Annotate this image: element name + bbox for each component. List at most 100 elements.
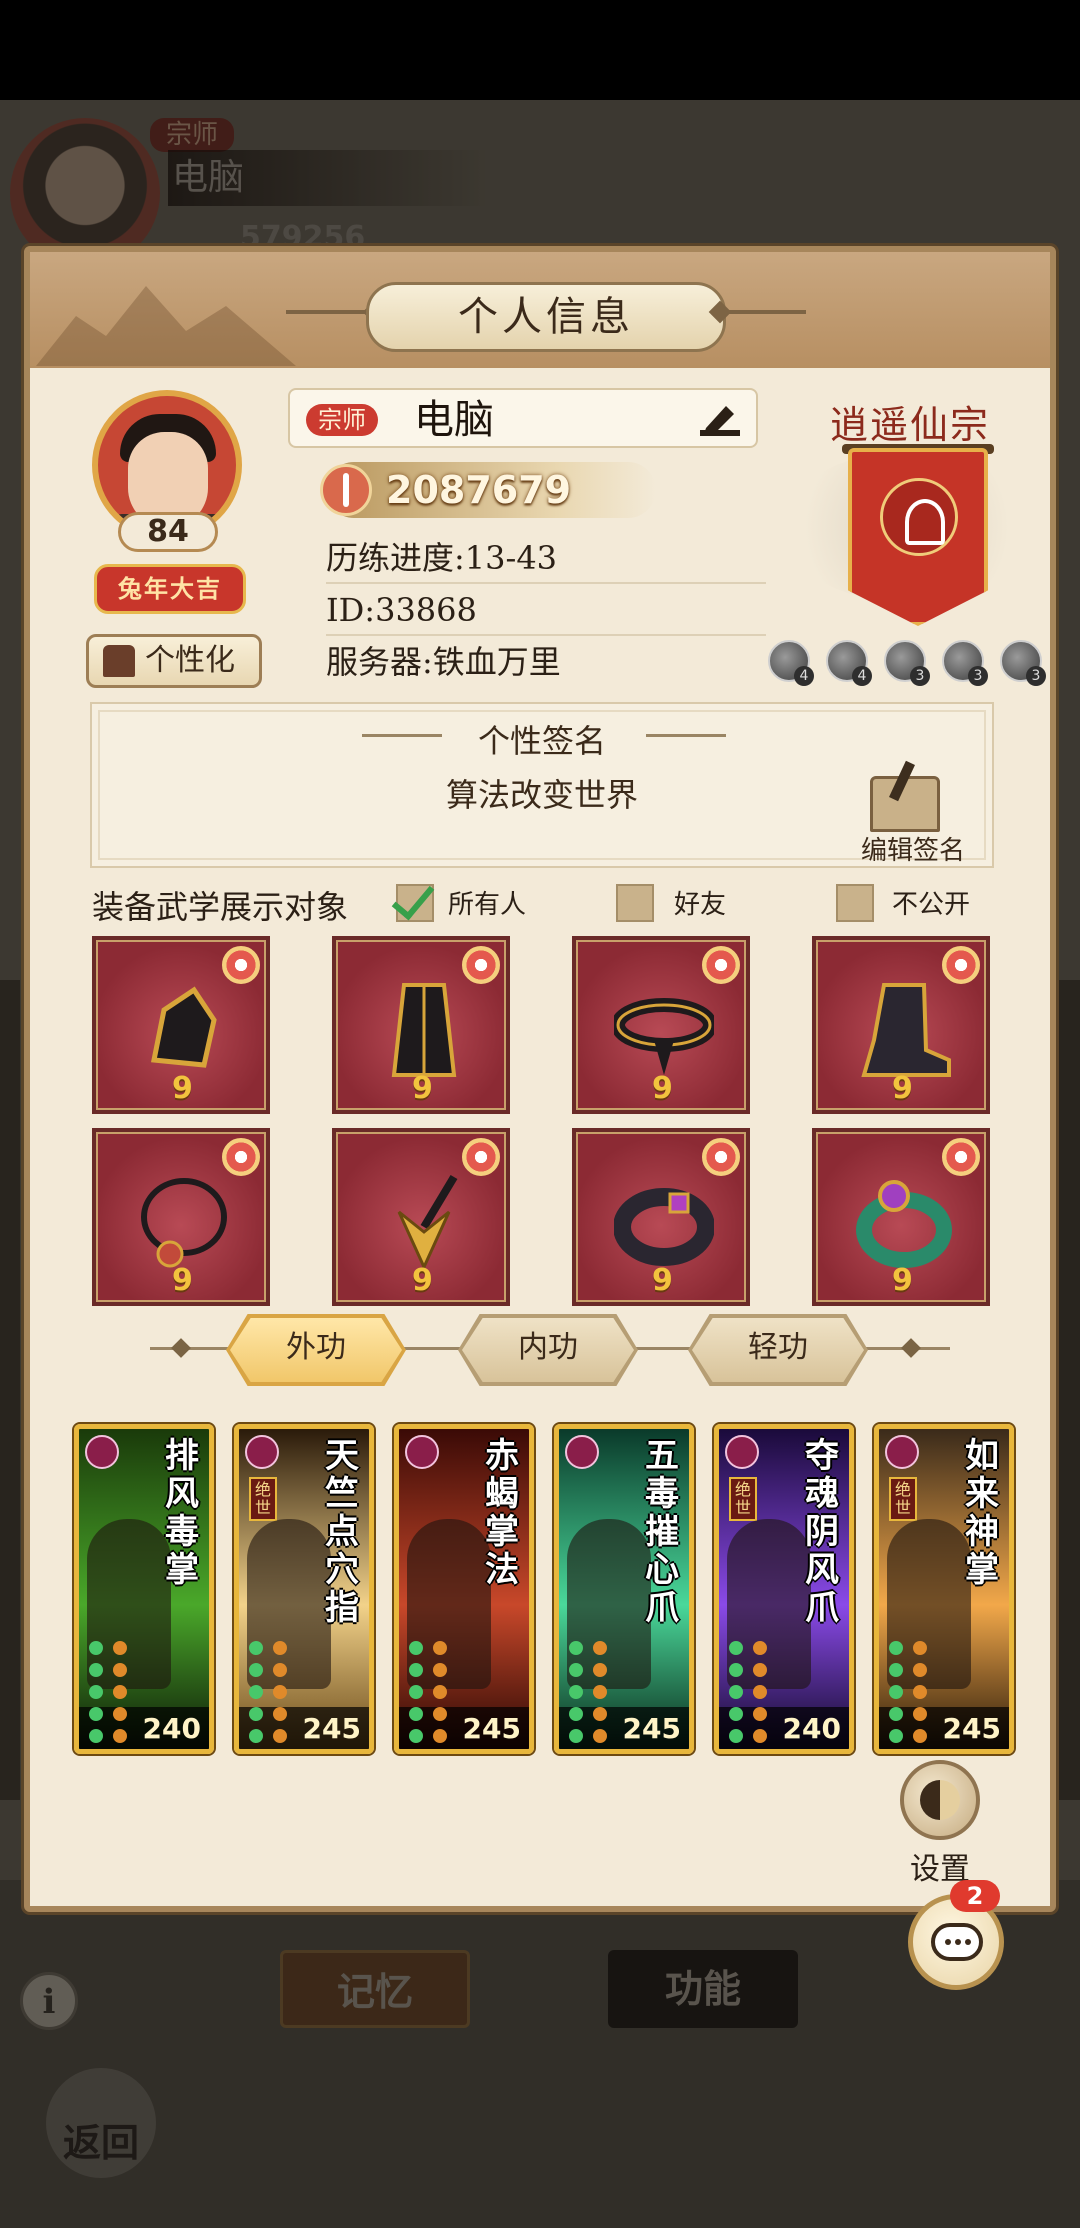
equipment-level: 9 xyxy=(652,1071,673,1106)
status-bar xyxy=(0,0,1080,100)
skill-rarity-tag: 绝世 xyxy=(889,1477,917,1521)
jade-ring-icon xyxy=(856,1180,952,1268)
settings-yin-yang-icon[interactable] xyxy=(900,1760,980,1840)
skill-type-icon xyxy=(85,1435,119,1469)
progress-text: 历练进度:13-43 xyxy=(326,534,766,584)
equipment-slot-jade-ring[interactable]: 9 xyxy=(812,1128,990,1306)
checkbox-private-label: 不公开 xyxy=(892,890,971,920)
skill-card-2[interactable]: 绝世 天竺点穴指 245 xyxy=(234,1424,374,1754)
skill-name: 赤蝎掌法 xyxy=(485,1436,519,1590)
skill-type-icon xyxy=(565,1435,599,1469)
signature-text: 算法改变世界 xyxy=(445,776,638,814)
player-name: 电脑 xyxy=(414,397,494,443)
sect-name: 逍遥仙宗 xyxy=(829,403,990,447)
necklace-icon xyxy=(141,1178,227,1268)
equipment-slot-gauntlet[interactable]: 9 xyxy=(92,936,270,1114)
tab-rail-dot xyxy=(171,1338,191,1358)
tab-inner-skills[interactable]: 内功 xyxy=(462,1318,634,1382)
equipment-slot-hairpin[interactable]: 9 xyxy=(332,1128,510,1306)
equipment-slot-necklace[interactable]: 9 xyxy=(92,1128,270,1306)
mountain-decoration xyxy=(36,286,296,366)
dialog-header: 个人信息 xyxy=(30,252,1050,368)
tab-rail-dot xyxy=(901,1338,921,1358)
skill-power: 245 xyxy=(302,1712,361,1745)
skill-type-icon xyxy=(405,1435,439,1469)
skill-level-dots xyxy=(567,1633,615,1743)
combat-power-icon xyxy=(320,464,372,516)
quality-gem-icon xyxy=(942,946,980,984)
sect-badge-count: 4 xyxy=(794,666,814,686)
tab-outer-skills[interactable]: 外功 xyxy=(230,1318,402,1382)
skill-power: 245 xyxy=(462,1712,521,1745)
tab-lightness-skills[interactable]: 轻功 xyxy=(692,1318,864,1382)
skill-power: 240 xyxy=(782,1712,841,1745)
sect-badge-count: 3 xyxy=(910,666,930,686)
skill-level-dots xyxy=(247,1633,295,1743)
sect-badge-count: 4 xyxy=(852,666,872,686)
personalize-label: 个性化 xyxy=(145,643,235,678)
skill-card-1[interactable]: 排风毒掌 240 xyxy=(74,1424,214,1754)
sect-badge-icon-1[interactable]: 4 xyxy=(768,640,814,686)
edit-signature-button[interactable]: 编辑签名 xyxy=(848,830,978,867)
boots-icon xyxy=(861,983,951,1077)
checkbox-friends[interactable] xyxy=(616,884,654,922)
edit-signature-icon[interactable] xyxy=(870,776,940,832)
skill-power: 245 xyxy=(942,1712,1001,1745)
equipment-level: 9 xyxy=(892,1263,913,1298)
equipment-slot-boots[interactable]: 9 xyxy=(812,936,990,1114)
level-badge: 84 xyxy=(118,512,218,552)
equipment-slot-robe[interactable]: 9 xyxy=(332,936,510,1114)
skill-level-dots xyxy=(87,1633,135,1743)
sect-badge-icon-4[interactable]: 3 xyxy=(942,640,988,686)
personalize-button[interactable]: 个性化 xyxy=(86,634,262,688)
quality-gem-icon xyxy=(462,1138,500,1176)
equipment-slot-belt[interactable]: 9 xyxy=(572,936,750,1114)
skill-type-icon xyxy=(245,1435,279,1469)
clothing-icon xyxy=(103,645,135,677)
quality-gem-icon xyxy=(462,946,500,984)
skill-name: 天竺点穴指 xyxy=(325,1436,359,1628)
sect-badge-count: 3 xyxy=(968,666,988,686)
sect-badge-icon-5[interactable]: 3 xyxy=(1000,640,1046,686)
checkbox-everyone[interactable] xyxy=(396,884,434,922)
combat-power-bar: 2087679 xyxy=(320,462,656,518)
quality-gem-icon xyxy=(702,1138,740,1176)
checkbox-everyone-label: 所有人 xyxy=(448,890,527,920)
combat-power-value: 2087679 xyxy=(386,468,572,512)
skill-power: 240 xyxy=(142,1712,201,1745)
sect-badge-icon-3[interactable]: 3 xyxy=(884,640,930,686)
equipment-slot-bracelet[interactable]: 9 xyxy=(572,1128,750,1306)
skill-card-3[interactable]: 赤蝎掌法 245 xyxy=(394,1424,534,1754)
skill-type-icon xyxy=(885,1435,919,1469)
skill-level-dots xyxy=(407,1633,455,1743)
edit-name-icon[interactable] xyxy=(696,400,744,440)
skill-level-dots xyxy=(727,1633,775,1743)
dialog-title: 个人信息 xyxy=(366,282,726,352)
equipment-level: 9 xyxy=(412,1071,433,1106)
sect-badge-icon-2[interactable]: 4 xyxy=(826,640,872,686)
checkbox-friends-label: 好友 xyxy=(674,890,727,920)
checkbox-private[interactable] xyxy=(836,884,874,922)
skill-level-dots xyxy=(887,1633,935,1743)
skill-card-5[interactable]: 绝世 夺魂阴风爪 240 xyxy=(714,1424,854,1754)
skill-card-6[interactable]: 绝世 如来神掌 245 xyxy=(874,1424,1014,1754)
skill-name: 如来神掌 xyxy=(965,1436,999,1590)
rank-badge: 宗师 xyxy=(306,404,378,436)
skill-name: 夺魂阴风爪 xyxy=(805,1436,839,1628)
skill-card-4[interactable]: 五毒摧心爪 245 xyxy=(554,1424,694,1754)
signature-box: 个性签名 算法改变世界 编辑签名 xyxy=(90,702,994,868)
quality-gem-icon xyxy=(702,946,740,984)
profile-dialog: 个人信息 84 兔年大吉 个性化 宗师 电脑 2087679 历练进度:13-4… xyxy=(24,246,1056,1912)
chat-bubble-icon xyxy=(931,1923,983,1961)
new-year-badge: 兔年大吉 xyxy=(94,564,246,614)
chat-unread-badge: 2 xyxy=(950,1880,1000,1912)
server-name: 服务器:铁血万里 xyxy=(326,643,561,681)
display-target-label: 装备武学展示对象 xyxy=(92,888,349,926)
sect-emblem-icon xyxy=(880,478,958,556)
equipment-level: 9 xyxy=(892,1071,913,1106)
equipment-level: 9 xyxy=(172,1263,193,1298)
title-ornament-right xyxy=(726,310,806,314)
equipment-level: 9 xyxy=(172,1071,193,1106)
skill-type-icon xyxy=(725,1435,759,1469)
quality-gem-icon xyxy=(942,1138,980,1176)
